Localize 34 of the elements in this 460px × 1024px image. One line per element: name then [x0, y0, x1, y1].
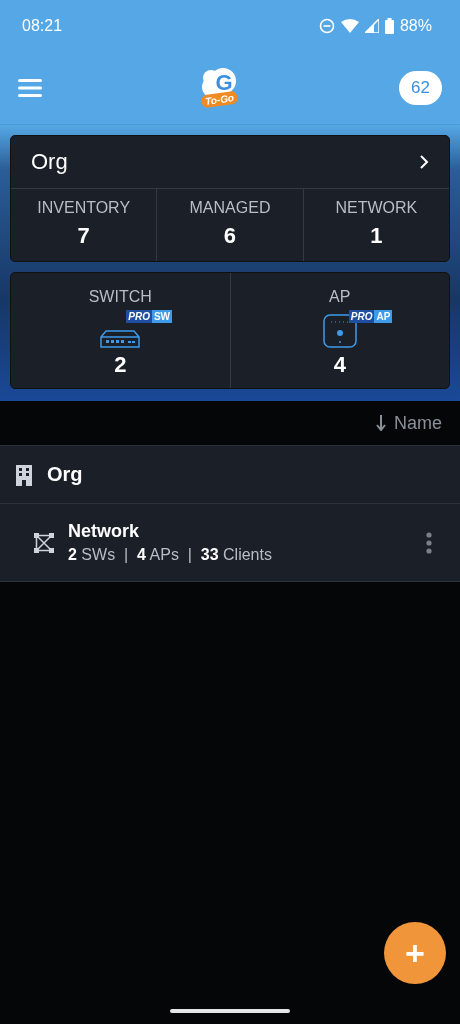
signal-icon: [364, 19, 379, 33]
stat-label: INVENTORY: [37, 199, 131, 217]
menu-icon[interactable]: [18, 78, 42, 98]
stat-label: MANAGED: [189, 199, 271, 217]
battery-icon: [384, 18, 394, 34]
chevron-right-icon: [419, 154, 429, 170]
battery-level: 88%: [399, 17, 432, 35]
device-count: 4: [333, 352, 346, 378]
switch-icon: [100, 330, 141, 348]
sort-button[interactable]: Name: [370, 411, 448, 435]
wifi-icon: [340, 19, 359, 33]
home-indicator[interactable]: [170, 1009, 290, 1013]
more-options-icon[interactable]: [426, 531, 432, 554]
device-count: 2: [114, 352, 127, 378]
do-not-disturb-icon: [318, 18, 335, 34]
network-topology-icon: [34, 532, 54, 553]
device-label: AP: [329, 288, 351, 306]
building-icon: [15, 463, 33, 486]
status-time: 08:21: [22, 17, 63, 35]
network-summary: 2 SWs | 4 APs | 33 Clients: [68, 546, 273, 564]
org-title: Org: [31, 149, 68, 175]
arrow-down-icon: [376, 415, 386, 431]
count-badge[interactable]: 62: [399, 71, 442, 105]
network-name: Network: [68, 521, 140, 542]
org-row[interactable]: Org: [0, 446, 460, 504]
stat-value: 6: [223, 223, 237, 249]
app-logo: G To-Go: [198, 63, 243, 113]
org-name: Org: [47, 463, 83, 486]
network-row[interactable]: Network 2 SWs | 4 APs | 33 Clients: [0, 504, 460, 582]
org-header[interactable]: Org: [11, 136, 449, 189]
stat-value: 1: [370, 223, 383, 249]
stat-label: NETWORK: [335, 199, 418, 217]
device-label: SWITCH: [88, 288, 152, 306]
stat-value: 7: [77, 223, 90, 249]
